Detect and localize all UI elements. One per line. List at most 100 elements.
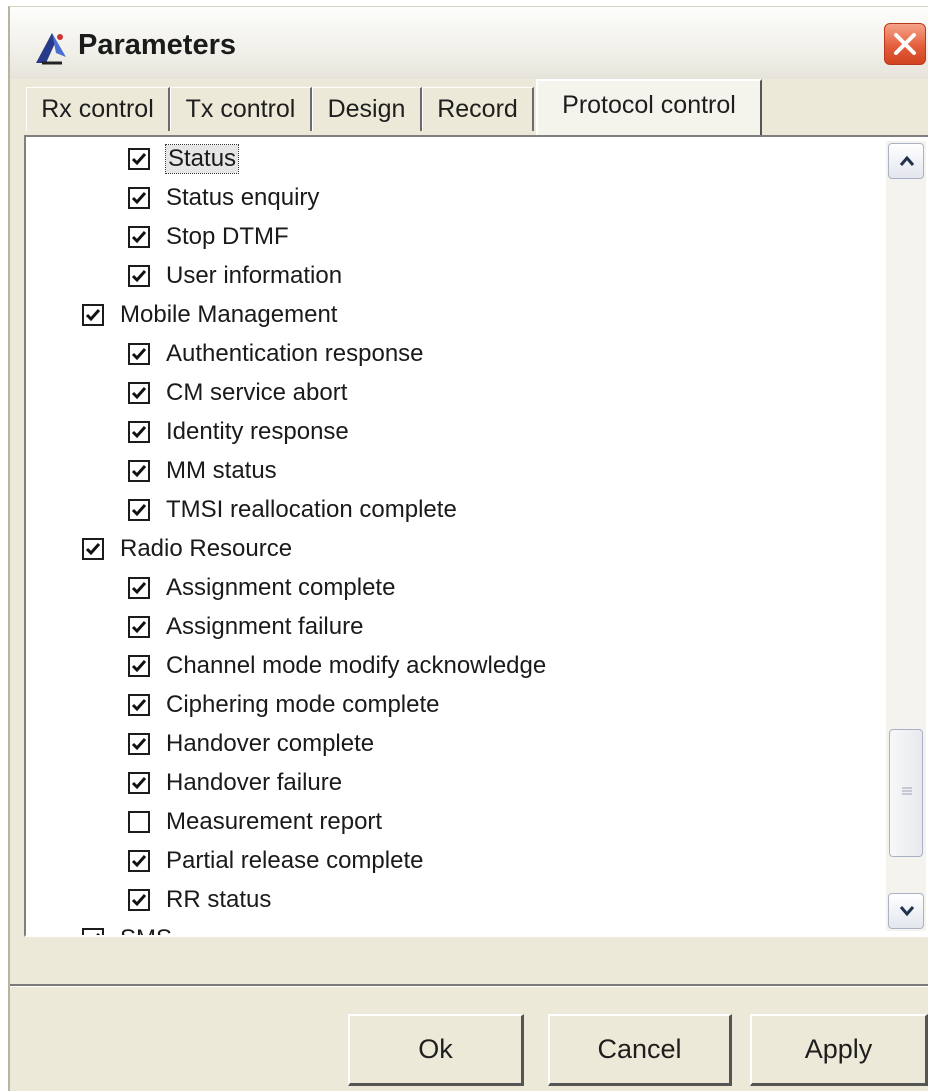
- grip-icon: [902, 787, 912, 795]
- window-title: Parameters: [78, 29, 236, 61]
- tree-item-label: TMSI reallocation complete: [166, 496, 457, 523]
- tree-leaf-item[interactable]: TMSI reallocation complete: [128, 492, 457, 528]
- checkbox-checked[interactable]: [128, 421, 150, 443]
- tree-leaf-item[interactable]: Authentication response: [128, 336, 424, 372]
- tree-item-label: Status: [164, 144, 240, 174]
- checkbox-unchecked[interactable]: [128, 811, 150, 833]
- checkbox-checked[interactable]: [128, 148, 150, 170]
- tree-leaf-item[interactable]: Assignment failure: [128, 609, 363, 645]
- tree-leaf-item[interactable]: MM status: [128, 453, 277, 489]
- tree-item-label: Ciphering mode complete: [166, 691, 440, 718]
- tree-leaf-item[interactable]: Assignment complete: [128, 570, 395, 606]
- checkbox-checked[interactable]: [128, 343, 150, 365]
- checkmark-icon: [131, 582, 147, 595]
- checkmark-icon: [131, 231, 147, 244]
- checkbox-checked[interactable]: [82, 928, 104, 935]
- title-bar[interactable]: Parameters: [10, 7, 928, 79]
- tree-group-item[interactable]: Radio Resource: [82, 531, 292, 567]
- checkmark-icon: [131, 660, 147, 673]
- checkbox-checked[interactable]: [128, 655, 150, 677]
- ok-button[interactable]: Ok: [348, 1014, 524, 1086]
- parameters-dialog: Parameters Rx control Tx control Design …: [8, 6, 928, 1091]
- checkmark-icon: [131, 348, 147, 361]
- checkbox-checked[interactable]: [82, 538, 104, 560]
- tree-item-label: Handover failure: [166, 769, 343, 796]
- checkmark-icon: [131, 270, 147, 283]
- tree-item-label: Radio Resource: [120, 535, 293, 562]
- tree-leaf-item[interactable]: Handover failure: [128, 765, 342, 801]
- tree-leaf-item[interactable]: Handover complete: [128, 726, 374, 762]
- tree-item-label: Authentication response: [166, 340, 424, 367]
- checkbox-checked[interactable]: [128, 187, 150, 209]
- tree-item-label: MM status: [166, 457, 277, 484]
- checkmark-icon: [131, 465, 147, 478]
- tree-leaf-item[interactable]: Stop DTMF: [128, 219, 289, 255]
- checkbox-checked[interactable]: [128, 382, 150, 404]
- checkmark-icon: [131, 153, 147, 166]
- chevron-down-icon: [899, 906, 915, 917]
- scroll-thumb[interactable]: [889, 729, 923, 857]
- tree-leaf-item[interactable]: Status enquiry: [128, 180, 319, 216]
- tab-rx-control[interactable]: Rx control: [26, 87, 170, 131]
- close-button[interactable]: [884, 23, 926, 65]
- tree-item-label: Stop DTMF: [166, 223, 289, 250]
- checkbox-checked[interactable]: [128, 850, 150, 872]
- tree-leaf-item[interactable]: Status: [128, 141, 240, 177]
- tree-item-label: Partial release complete: [166, 847, 424, 874]
- tab-tx-control[interactable]: Tx control: [170, 87, 312, 131]
- tree-item-label: Channel mode modify acknowledge: [166, 652, 547, 679]
- tree-item-label: CM service abort: [166, 379, 348, 406]
- apply-button[interactable]: Apply: [750, 1014, 928, 1086]
- tree-item-label: Status enquiry: [166, 184, 320, 211]
- checkbox-checked[interactable]: [128, 616, 150, 638]
- tree-item-label: User information: [166, 262, 343, 289]
- tab-design[interactable]: Design: [312, 87, 422, 131]
- tab-strip: Rx control Tx control Design Record Prot…: [10, 79, 928, 137]
- tree-item-label: Mobile Management: [120, 301, 338, 328]
- checkmark-icon: [85, 309, 101, 322]
- tree-item-label: Assignment failure: [166, 613, 364, 640]
- chevron-up-icon: [899, 155, 915, 166]
- tree-item-label: Assignment complete: [166, 574, 396, 601]
- tree-leaf-item[interactable]: CM service abort: [128, 375, 347, 411]
- vertical-scrollbar[interactable]: [886, 141, 926, 931]
- tab-protocol-control[interactable]: Protocol control: [536, 79, 762, 135]
- tree-leaf-item[interactable]: Channel mode modify acknowledge: [128, 648, 546, 684]
- tree-item-label: Identity response: [166, 418, 349, 445]
- checkbox-checked[interactable]: [128, 577, 150, 599]
- checkmark-icon: [131, 426, 147, 439]
- tree-leaf-item[interactable]: Partial release complete: [128, 843, 423, 879]
- checkbox-checked[interactable]: [128, 499, 150, 521]
- checkbox-checked[interactable]: [82, 304, 104, 326]
- checkmark-icon: [96, 933, 101, 935]
- tree-leaf-item[interactable]: Measurement report: [128, 804, 382, 840]
- checkmark-icon: [131, 621, 147, 634]
- checkbox-checked[interactable]: [128, 889, 150, 911]
- scroll-down-button[interactable]: [888, 893, 924, 929]
- tree-item-label: SMS: [120, 925, 172, 935]
- tree-leaf-item[interactable]: User information: [128, 258, 342, 294]
- checkbox-checked[interactable]: [128, 265, 150, 287]
- tree-item-label: RR status: [166, 886, 272, 913]
- checkmark-icon: [85, 543, 101, 556]
- tab-record[interactable]: Record: [422, 87, 534, 131]
- message-tree-view[interactable]: Status Status enquiry Stop DTMF User inform…: [24, 135, 928, 937]
- tree-leaf-item[interactable]: Ciphering mode complete: [128, 687, 439, 723]
- tree-item-label: Handover complete: [166, 730, 375, 757]
- checkmark-icon: [131, 387, 147, 400]
- tree-group-item[interactable]: SMS: [82, 921, 172, 935]
- tree-group-item[interactable]: Mobile Management: [82, 297, 337, 333]
- checkbox-checked[interactable]: [128, 460, 150, 482]
- checkbox-checked[interactable]: [128, 772, 150, 794]
- tree-leaf-item[interactable]: Identity response: [128, 414, 349, 450]
- tree-item-label: Measurement report: [166, 808, 383, 835]
- cancel-button[interactable]: Cancel: [548, 1014, 732, 1086]
- scroll-up-button[interactable]: [888, 143, 924, 179]
- checkbox-checked[interactable]: [128, 733, 150, 755]
- checkmark-icon: [131, 699, 147, 712]
- checkmark-icon: [131, 855, 147, 868]
- tree-leaf-item[interactable]: RR status: [128, 882, 271, 918]
- checkbox-checked[interactable]: [128, 694, 150, 716]
- separator-line: [10, 984, 928, 987]
- checkbox-checked[interactable]: [128, 226, 150, 248]
